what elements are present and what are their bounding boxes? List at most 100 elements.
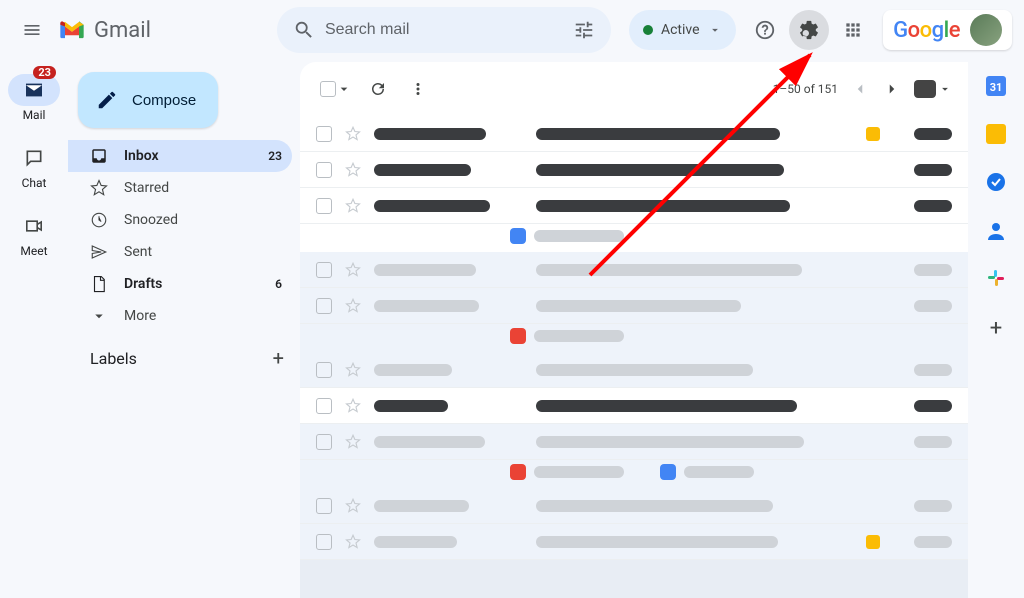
more-icon [90, 307, 108, 325]
input-tools-button[interactable] [914, 80, 952, 98]
star-icon[interactable] [344, 297, 362, 315]
message-list [300, 116, 968, 598]
toolbar: 1–50 of 151 [300, 62, 968, 116]
pencil-icon [96, 89, 118, 111]
header: Gmail Active Google [0, 0, 1024, 60]
star-icon[interactable] [344, 161, 362, 179]
sidebar-item-label: Drafts [124, 276, 259, 292]
apps-button[interactable] [833, 10, 873, 50]
sidebar-item-inbox[interactable]: Inbox23 [68, 140, 292, 172]
gmail-icon [58, 19, 86, 41]
slack-icon [986, 268, 1006, 288]
message-row[interactable] [300, 288, 968, 324]
keyboard-icon [914, 80, 936, 98]
next-page-button[interactable] [876, 73, 908, 105]
search-bar[interactable] [277, 7, 611, 53]
tasks-addon[interactable] [986, 172, 1006, 196]
add-label-button[interactable]: + [273, 346, 284, 370]
app-body: 23 Mail Chat Meet Compose Inbox23 Starred… [0, 60, 1024, 598]
contacts-addon[interactable] [986, 220, 1006, 244]
support-button[interactable] [745, 10, 785, 50]
slack-addon[interactable] [986, 268, 1006, 292]
checkbox[interactable] [316, 262, 332, 278]
account-area[interactable]: Google [883, 10, 1012, 50]
sidebar-item-sent[interactable]: Sent [68, 236, 292, 268]
status-label: Active [661, 22, 700, 38]
sidebar-item-count: 23 [268, 149, 282, 163]
mail-main: 1–50 of 151 [300, 62, 968, 598]
search-container [277, 7, 611, 53]
calendar-addon[interactable]: 31 [986, 76, 1006, 100]
get-addons-button[interactable]: + [990, 316, 1002, 341]
app-name: Gmail [94, 18, 151, 43]
labels-section: Labels + [68, 332, 300, 370]
star-icon[interactable] [344, 397, 362, 415]
attachment-chip[interactable] [300, 324, 968, 352]
status-dot-icon [643, 25, 653, 35]
checkbox[interactable] [316, 126, 332, 142]
apps-grid-icon [843, 20, 863, 40]
search-icon [293, 19, 315, 41]
sidebar-item-label: Starred [124, 180, 282, 196]
main-menu-button[interactable] [12, 10, 52, 50]
sidebar-item-snoozed[interactable]: Snoozed [68, 204, 292, 236]
side-panel: 31 + [968, 60, 1024, 598]
sidebar-item-label: More [124, 308, 282, 324]
star-icon[interactable] [344, 125, 362, 143]
compose-button[interactable]: Compose [78, 72, 218, 128]
star-icon[interactable] [344, 361, 362, 379]
message-row[interactable] [300, 524, 968, 560]
rail-mail[interactable]: 23 Mail [8, 74, 60, 122]
checkbox[interactable] [316, 498, 332, 514]
star-icon[interactable] [344, 197, 362, 215]
star-icon[interactable] [344, 533, 362, 551]
gmail-logo[interactable]: Gmail [58, 18, 151, 43]
sidebar-item-drafts[interactable]: Drafts 6 [68, 268, 292, 300]
checkbox[interactable] [316, 198, 332, 214]
message-row[interactable] [300, 116, 968, 152]
rail-chat[interactable]: Chat [8, 142, 60, 190]
avatar[interactable] [970, 14, 1002, 46]
more-button[interactable] [400, 71, 436, 107]
search-input[interactable] [323, 20, 565, 40]
attachment-chip[interactable] [300, 460, 968, 488]
keep-addon[interactable] [986, 124, 1006, 148]
star-icon[interactable] [344, 261, 362, 279]
checkbox[interactable] [316, 434, 332, 450]
calendar-icon: 31 [986, 76, 1006, 96]
sidebar: Compose Inbox23 Starred SnoozedSent Drafts 6… [68, 60, 300, 598]
send-icon [90, 243, 108, 261]
message-row[interactable] [300, 188, 968, 224]
sidebar-item-count: 6 [275, 277, 282, 291]
select-all[interactable] [316, 77, 356, 101]
message-row[interactable] [300, 252, 968, 288]
chevron-right-icon [883, 80, 901, 98]
checkbox[interactable] [316, 362, 332, 378]
star-icon[interactable] [344, 433, 362, 451]
checkbox[interactable] [316, 398, 332, 414]
sidebar-item-more[interactable]: More [68, 300, 292, 332]
message-row[interactable] [300, 488, 968, 524]
caret-down-icon [938, 82, 952, 96]
message-row[interactable] [300, 152, 968, 188]
compose-label: Compose [132, 92, 196, 109]
message-row[interactable] [300, 388, 968, 424]
settings-button[interactable] [789, 10, 829, 50]
help-icon [754, 19, 776, 41]
prev-page-button[interactable] [844, 73, 876, 105]
google-logo: Google [893, 18, 960, 43]
checkbox[interactable] [316, 162, 332, 178]
checkbox[interactable] [316, 534, 332, 550]
attachment-chip[interactable] [300, 224, 968, 252]
sidebar-item-starred[interactable]: Starred [68, 172, 292, 204]
star-icon[interactable] [344, 497, 362, 515]
status-chip[interactable]: Active [629, 10, 736, 50]
rail-meet[interactable]: Meet [8, 210, 60, 258]
tune-icon[interactable] [573, 19, 595, 41]
message-row[interactable] [300, 352, 968, 388]
mail-badge: 23 [33, 66, 56, 79]
message-row[interactable] [300, 424, 968, 460]
rail-chat-label: Chat [22, 176, 47, 190]
refresh-button[interactable] [360, 71, 396, 107]
checkbox[interactable] [316, 298, 332, 314]
